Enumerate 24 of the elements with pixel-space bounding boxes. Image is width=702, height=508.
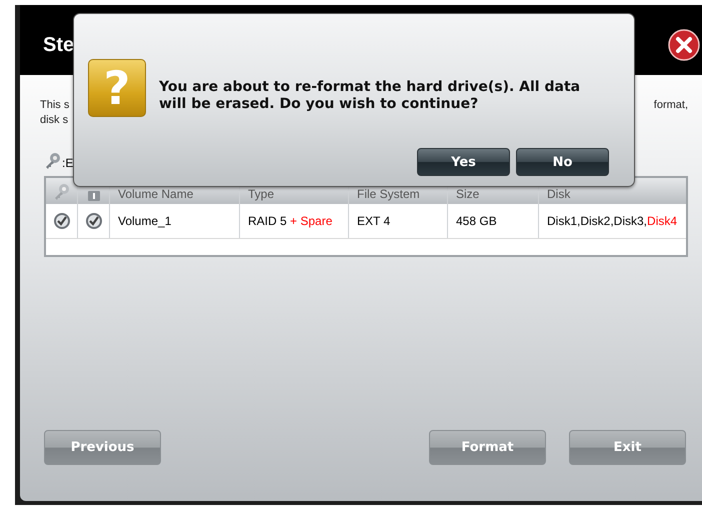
check-circle-icon	[52, 212, 70, 230]
dialog-message: You are about to re-format the hard drive(s). All data will be erased. Do you wish to continue?	[159, 79, 582, 113]
question-icon: ?	[88, 59, 146, 117]
table-cell: Volume_1	[110, 204, 240, 238]
key-icon	[52, 183, 70, 201]
check-circle-icon	[84, 212, 102, 230]
key-icon	[44, 152, 62, 170]
dialog-button[interactable]: Yes	[417, 148, 510, 176]
window-title: Ste	[43, 34, 74, 56]
column-header: Disk	[546, 186, 572, 203]
dialog-button[interactable]: No	[516, 148, 609, 176]
close-icon[interactable]	[668, 29, 700, 61]
previous-button[interactable]: Previous	[44, 430, 161, 465]
info-icon	[88, 191, 100, 201]
description-text: format,	[654, 98, 688, 113]
table-cell: RAID 5 + Spare	[240, 204, 349, 238]
table-cell: 458 GB	[448, 204, 539, 238]
legend-text: :E	[62, 156, 74, 170]
description-text: disk s	[40, 113, 70, 128]
table-cell-text: Disk1,Disk2,Disk3,Disk4	[546, 213, 678, 230]
table-cell: EXT 4	[349, 204, 448, 238]
wizard-button[interactable]: Exit	[569, 430, 686, 465]
wizard-button[interactable]: Format	[429, 430, 546, 465]
description-text: This s	[40, 98, 70, 113]
